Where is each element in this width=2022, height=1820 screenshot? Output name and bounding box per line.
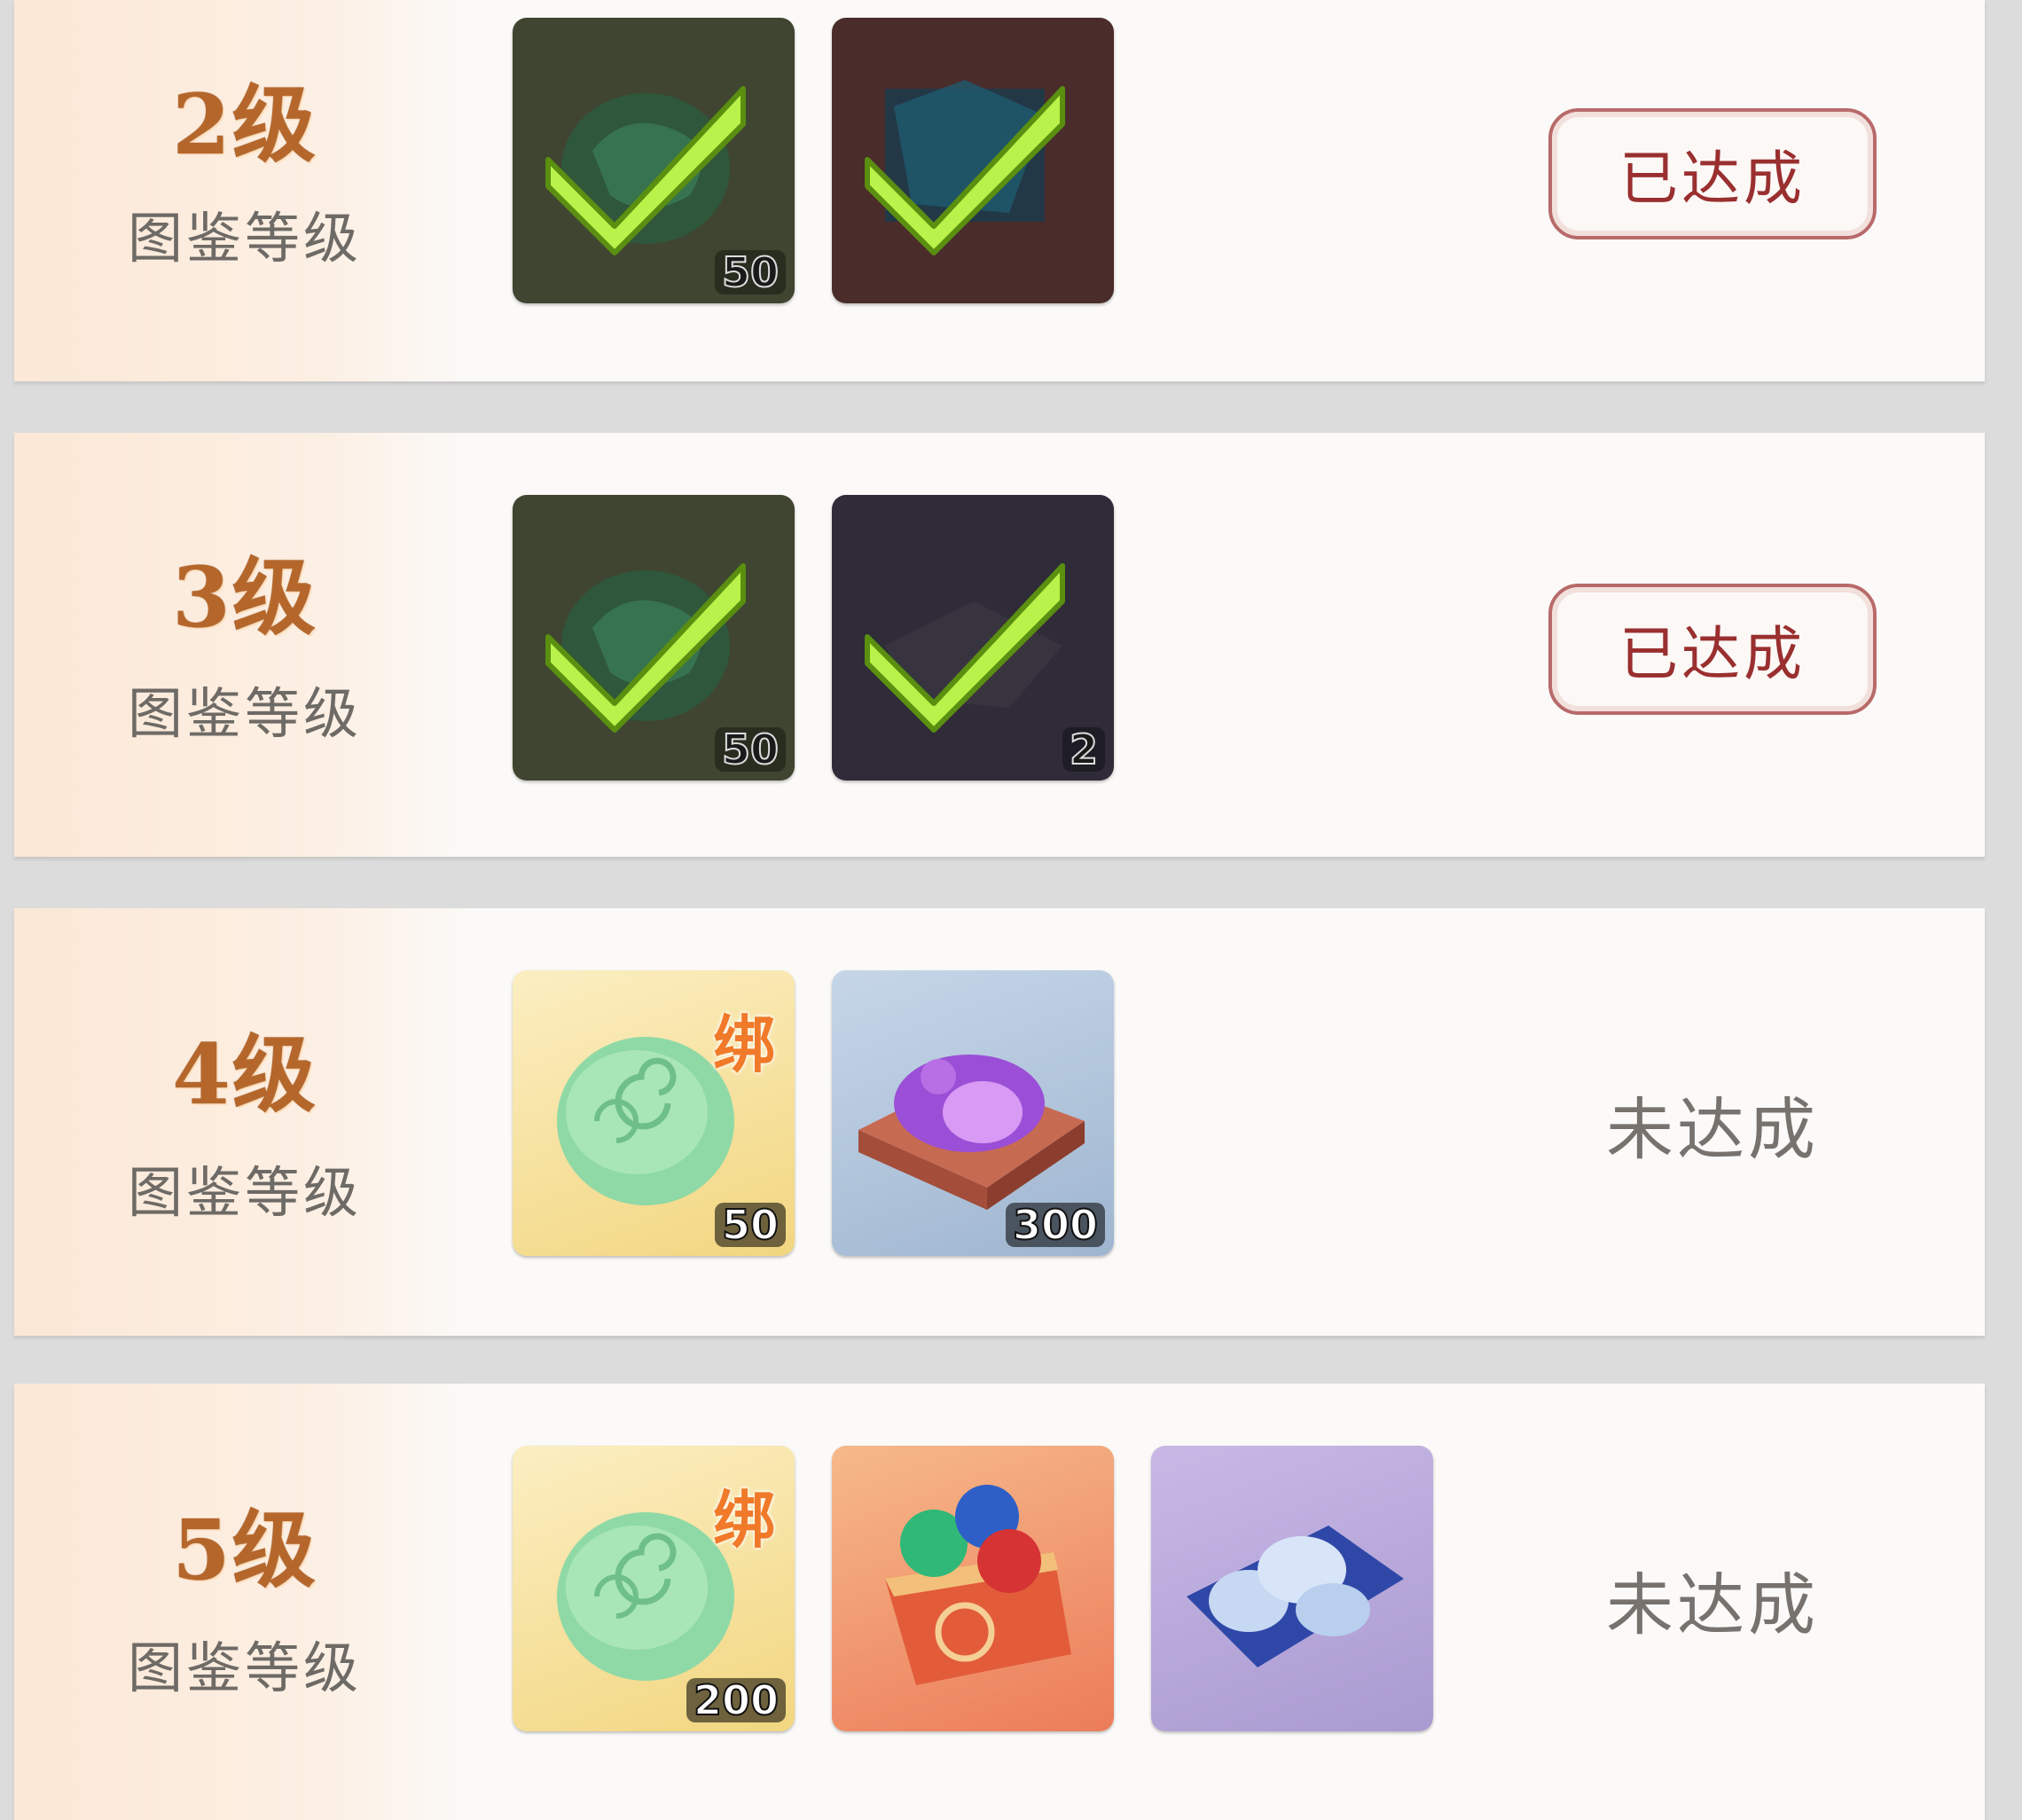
collection-level-label: 图鉴等级 [127, 1160, 362, 1225]
claimed-check-icon [545, 563, 746, 733]
level-label: 5级 [172, 1502, 317, 1599]
level-label: 2级 [172, 76, 317, 174]
reward-item-jade-cloud[interactable]: 绑 50 [513, 970, 795, 1256]
item-quantity: 50 [714, 727, 786, 772]
reward-row-level-3: 3级 图鉴等级 50 2 已达成 [14, 433, 1985, 857]
status-achieved-button[interactable]: 已达成 [1548, 108, 1877, 239]
reward-row-level-4: 4级 图鉴等级 绑 50 300 未达成 [14, 908, 1985, 1336]
gem-chest-icon [885, 1485, 1071, 1685]
claimed-check-icon [865, 86, 1065, 255]
collection-level-label: 图鉴等级 [127, 1636, 362, 1700]
bound-tag: 绑 [713, 1483, 775, 1557]
collection-level-label: 图鉴等级 [127, 206, 362, 271]
item-quantity: 50 [714, 1203, 786, 1247]
collection-level-label: 图鉴等级 [127, 681, 362, 746]
reward-item-purple-crystal-chest[interactable]: 300 [832, 970, 1114, 1256]
reward-item-dark-box[interactable]: 2 [832, 495, 1114, 781]
status-not-achieved-label: 未达成 [1606, 1090, 1819, 1169]
claimed-check-icon [865, 563, 1065, 733]
item-quantity: 200 [686, 1678, 786, 1722]
reward-item-jade-cloud[interactable]: 50 [513, 495, 795, 781]
reward-row-level-2: 2级 图鉴等级 50 已达成 [14, 0, 1985, 381]
silver-ore-icon [1187, 1526, 1404, 1667]
claimed-check-icon [545, 86, 746, 255]
reward-item-jade-cloud[interactable]: 绑 200 [513, 1446, 795, 1731]
level-label: 4级 [172, 1026, 317, 1124]
status-achieved-button[interactable]: 已达成 [1548, 584, 1877, 715]
reward-row-level-5: 5级 图鉴等级 绑 200 未达成 [14, 1384, 1985, 1820]
item-quantity: 300 [1005, 1203, 1105, 1247]
bound-tag: 绑 [713, 1008, 775, 1081]
reward-item-gem-chest[interactable] [832, 1446, 1114, 1731]
item-quantity: 50 [714, 250, 786, 294]
reward-item-jade-cloud[interactable]: 50 [513, 18, 795, 303]
status-not-achieved-label: 未达成 [1606, 1565, 1819, 1644]
item-quantity: 2 [1062, 727, 1105, 772]
reward-item-silver-ore[interactable] [1151, 1446, 1433, 1731]
level-label: 3级 [172, 549, 317, 647]
reward-item-blue-crystal[interactable] [832, 18, 1114, 303]
